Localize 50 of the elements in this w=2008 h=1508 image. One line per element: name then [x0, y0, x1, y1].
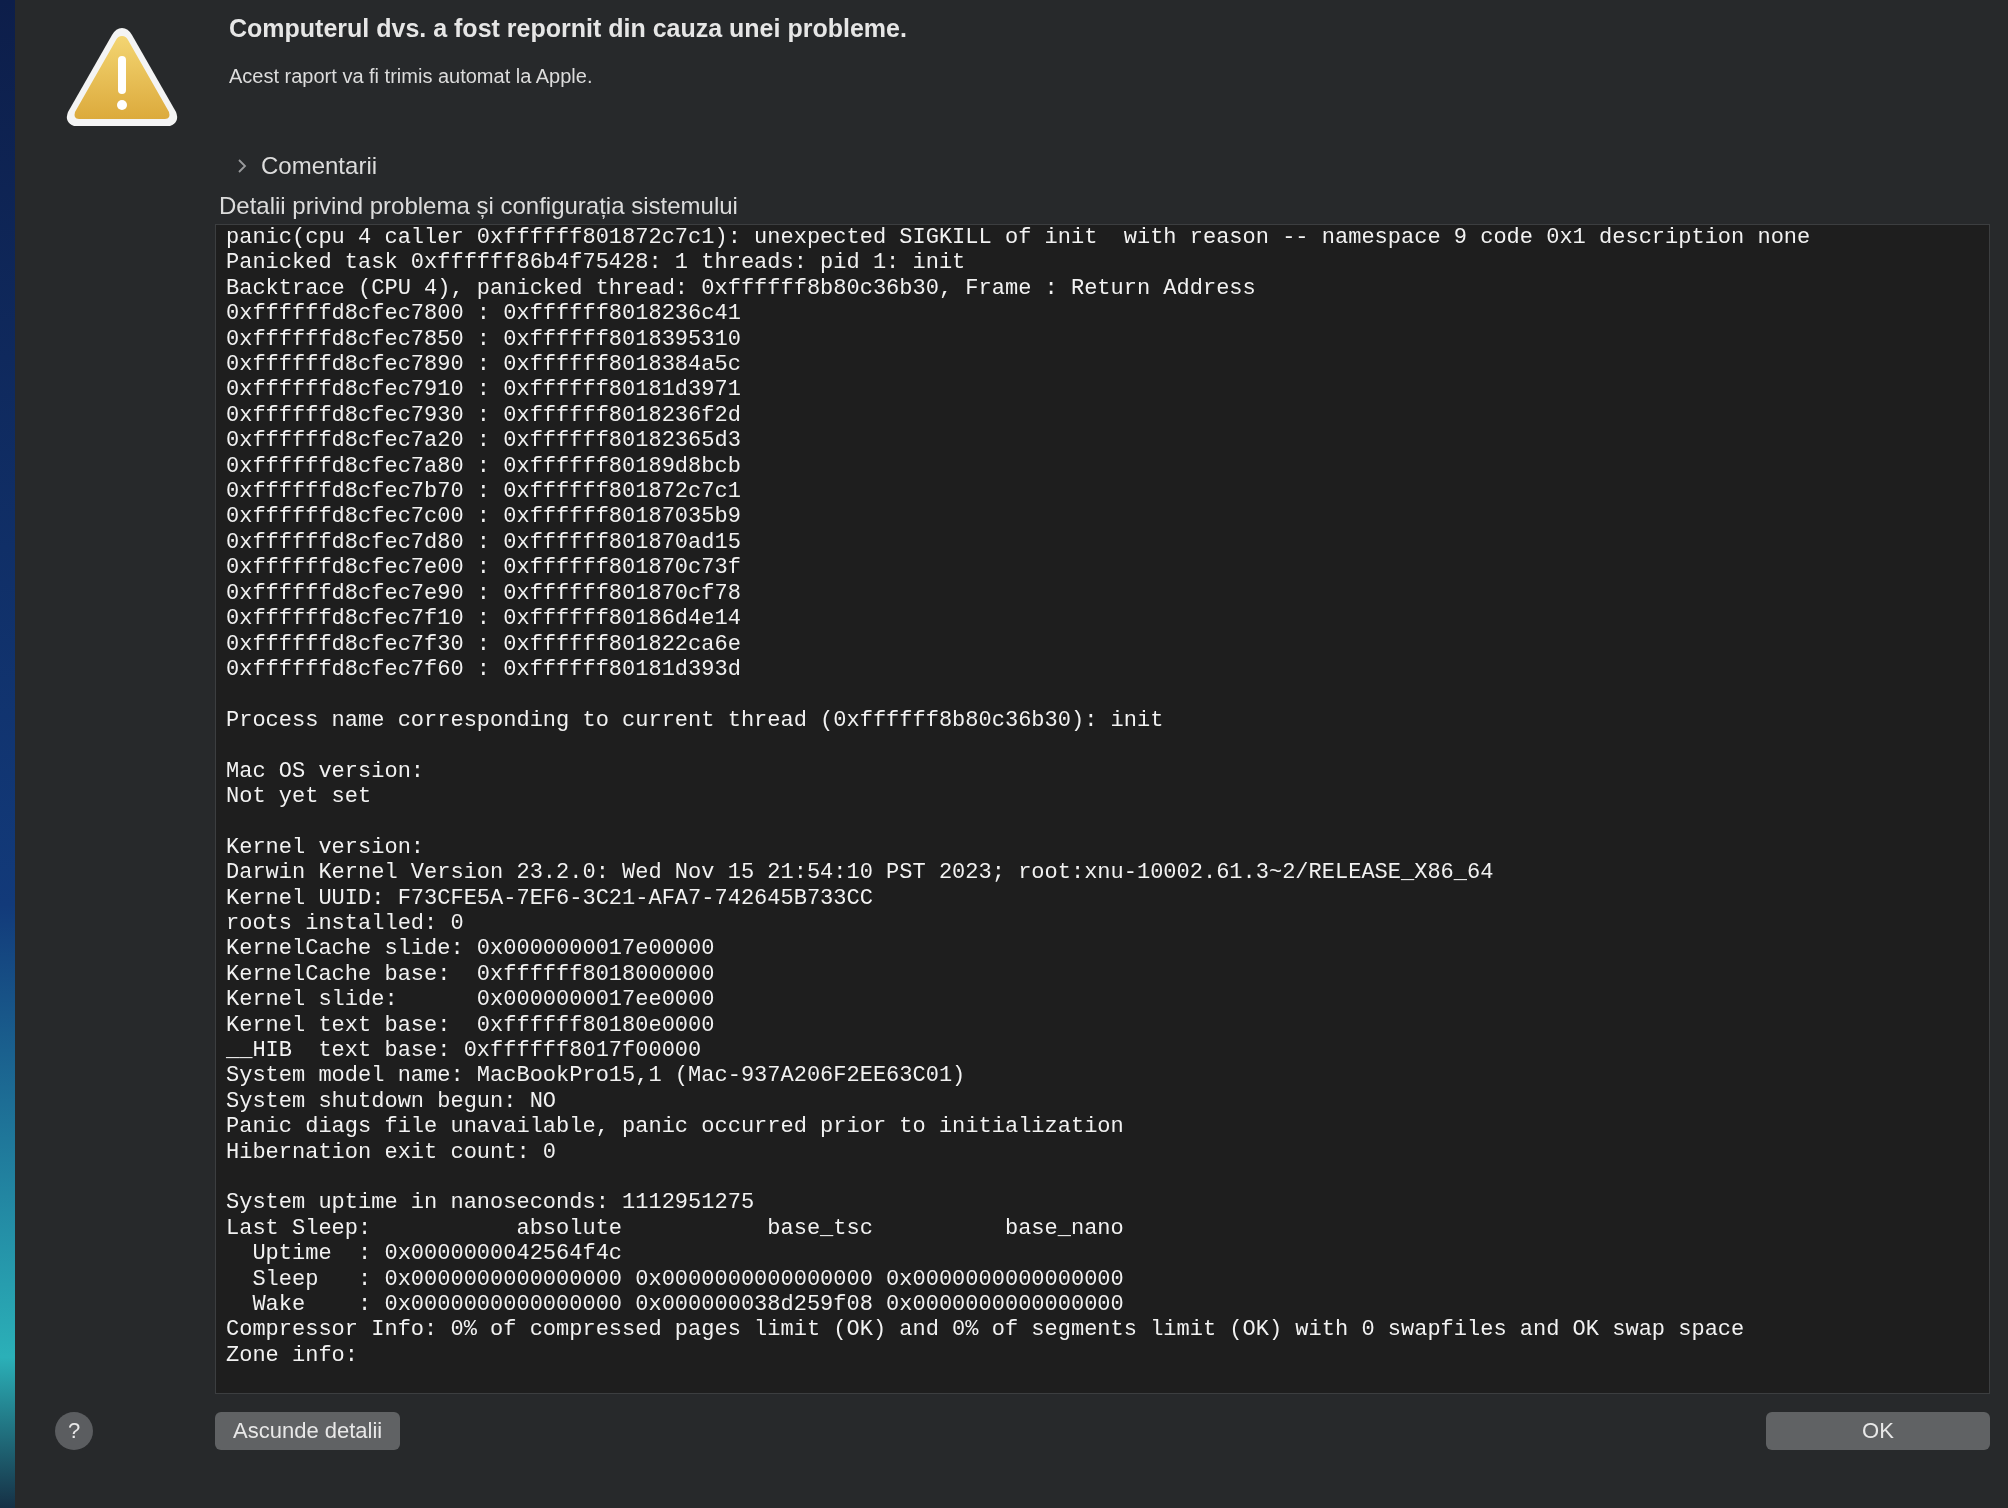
report-line: System shutdown begun: NO — [226, 1088, 558, 1115]
hide-details-button[interactable]: Ascunde detalii — [215, 1412, 401, 1450]
report-line: System uptime in nanoseconds: 1112951275 — [226, 1190, 756, 1216]
report-line: Hibernation exit count: 0 — [226, 1139, 558, 1165]
report-line: Kernel UUID: F73CFE5A-7EF6-3C21-AFA7-742645B733CC — [226, 885, 874, 911]
report-line: 0xffffffd8cfec7890 : 0xffffff8018384a5c — [226, 352, 742, 378]
comments-disclosure[interactable]: Comentarii — [237, 150, 1990, 182]
report-line: Uptime : 0x0000000042564f4c — [251, 1241, 624, 1267]
report-line: 0xffffffd8cfec7930 : 0xffffff8018236f2d — [226, 402, 742, 429]
details-label: Detalii privind problema și configurația sistemului — [219, 192, 739, 220]
report-line: Sleep : 0x0000000000000000 0x0000000000000000 0x0000000000000000 — [251, 1266, 1125, 1292]
report-line: Not yet set — [226, 783, 373, 810]
ok-button[interactable]: OK — [1766, 1412, 1990, 1450]
report-line: __HIB text base: 0xffffff8017f00000 — [226, 1037, 703, 1064]
report-line: 0xffffffd8cfec7d80 : 0xffffff801870ad15 — [226, 529, 742, 556]
report-line: Panic diags file unavailable, panic occurred prior to initialization — [226, 1114, 1125, 1140]
report-line: 0xffffffd8cfec7800 : 0xffffff8018236c41 — [226, 301, 742, 327]
report-line: Process name corresponding to current thread (0xffffff8b80c36b30): init — [226, 707, 1165, 734]
report-line: KernelCache base: 0xffffff8018000000 — [226, 961, 716, 988]
report-line: Kernel slide: 0x0000000017ee0000 — [226, 987, 716, 1013]
report-line: panic(cpu 4 caller 0xffffff801872c7c1): unexpected SIGKILL of init with reason -- namespace 9 code 0x1 description none — [226, 225, 1812, 251]
report-line: 0xffffffd8cfec7a80 : 0xffffff80189d8bcb — [226, 453, 742, 480]
report-line: 0xffffffd8cfec7850 : 0xffffff8018395310 — [226, 326, 742, 353]
report-line: Zone info: — [226, 1342, 360, 1369]
chevron-icon — [237, 158, 247, 174]
report-line: 0xffffffd8cfec7e90 : 0xffffff801870cf78 — [226, 580, 742, 607]
report-line: Kernel text base: 0xffffff80180e0000 — [226, 1012, 716, 1038]
report-line: roots installed: 0 — [226, 910, 465, 937]
report-line: Backtrace (CPU 4), panicked thread: 0xffffff8b80c36b30, Frame : Return Address — [226, 275, 1257, 302]
dialog-message: Acest raport va fi trimis automat la Apple. — [229, 65, 594, 88]
report-line: Kernel version: — [226, 834, 426, 861]
help-button[interactable]: ? — [55, 1412, 93, 1450]
report-line: Wake : 0x0000000000000000 0x000000038d259f08 0x0000000000000000 — [251, 1292, 1125, 1318]
report-line: 0xffffffd8cfec7f10 : 0xffffff80186d4e14 — [226, 606, 742, 632]
report-line: 0xffffffd8cfec7e00 : 0xffffff801870c73f — [226, 555, 742, 581]
report-line: Panicked task 0xffffff86b4f75428: 1 threads: pid 1: init — [226, 250, 967, 276]
report-line: System model name: MacBookPro15,1 (Mac-937A206F2EE63C01) — [226, 1063, 967, 1089]
report-line: 0xffffffd8cfec7f30 : 0xffffff801822ca6e — [226, 631, 742, 657]
report-line: 0xffffffd8cfec7b70 : 0xffffff801872c7c1 — [226, 479, 742, 505]
report-line: 0xffffffd8cfec7a20 : 0xffffff80182365d3 — [226, 428, 742, 454]
report-line: 0xffffffd8cfec7c00 : 0xffffff80187035b9 — [226, 504, 742, 530]
comments-label: Comentarii — [261, 152, 378, 180]
report-line: 0xffffffd8cfec7910 : 0xffffff80181d3971 — [226, 377, 742, 403]
report-line: 0xffffffd8cfec7f60 : 0xffffff80181d393d — [226, 656, 742, 683]
report-line: Last Sleep: absolute base_tsc base_nano — [226, 1215, 1125, 1242]
report-line: Mac OS version: — [226, 758, 426, 784]
dialog-title: Computerul dvs. a fost repornit din cauza unei probleme. — [229, 14, 907, 43]
report-line: Compressor Info: 0% of compressed pages limit (OK) and 0% of segments limit (OK) with 0 swapfiles and OK swap space — [226, 1317, 1746, 1343]
report-line: Darwin Kernel Version 23.2.0: Wed Nov 15 21:54:10 PST 2023; root:xnu-10002.61.3~2/RELEASE_X86_64 — [226, 860, 1495, 886]
report-line: KernelCache slide: 0x0000000017e00000 — [226, 936, 716, 962]
